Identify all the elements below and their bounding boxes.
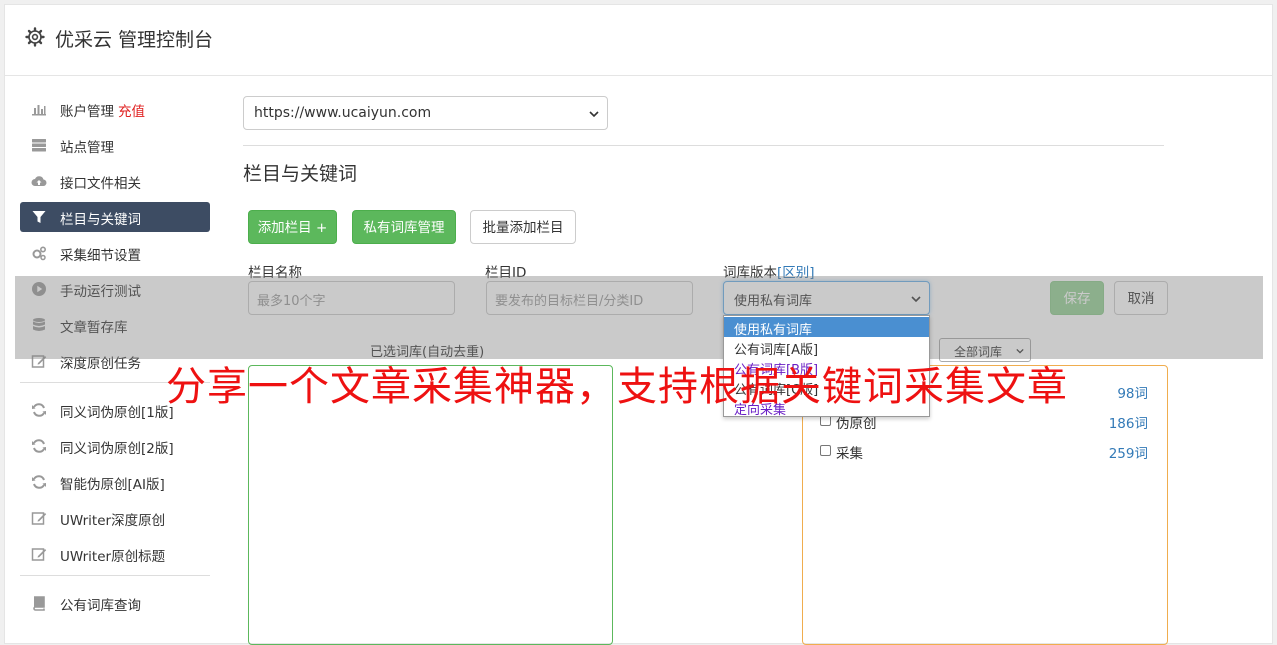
sidebar-item-uwriter-title[interactable]: UWriter原创标题 — [20, 539, 210, 569]
filter-icon — [32, 211, 46, 223]
banner-caption: 分享一个文章采集神器，支持根据关键词采集文章 — [166, 364, 1068, 410]
sidebar-item-label: 同义词伪原创[1版] — [60, 405, 174, 421]
sidebar-item-label: 接口文件相关 — [60, 176, 141, 192]
lib-checkbox[interactable] — [820, 445, 831, 456]
server-icon — [32, 139, 46, 152]
refresh-icon — [32, 439, 46, 453]
refresh-icon — [32, 403, 46, 417]
sidebar-item-public-lib[interactable]: 公有词库查询 — [20, 588, 210, 618]
gear-icon — [25, 27, 45, 47]
gray-overlay-band — [15, 276, 1263, 359]
lib-count: 259词 — [1108, 446, 1148, 462]
sidebar-item-label: 站点管理 — [60, 140, 114, 156]
sidebar-item-label: 智能伪原创[AI版] — [60, 477, 165, 493]
site-select-value: https://www.ucaiyun.com — [254, 105, 432, 121]
sidebar-item-label: 采集细节设置 — [60, 248, 141, 264]
private-lib-button[interactable]: 私有词库管理 — [352, 210, 456, 244]
sidebar-item-sites[interactable]: 站点管理 — [20, 130, 210, 160]
add-column-button[interactable]: 添加栏目 + — [248, 210, 337, 244]
sidebar-item-label: UWriter原创标题 — [60, 549, 166, 565]
recharge-link[interactable]: 充值 — [118, 104, 145, 120]
divider — [243, 145, 1164, 146]
lib-row[interactable]: 采集 259词 — [818, 441, 1150, 463]
sidebar-item-ai-rewrite[interactable]: 智能伪原创[AI版] — [20, 467, 210, 497]
sidebar-item-label: 公有词库查询 — [60, 598, 141, 614]
book-icon — [33, 596, 45, 611]
bar-chart-icon — [32, 105, 46, 116]
cloud-upload-icon — [31, 176, 47, 187]
chevron-down-icon — [589, 111, 599, 118]
site-select[interactable]: https://www.ucaiyun.com — [243, 96, 608, 130]
section-title: 栏目与关键词 — [243, 163, 358, 185]
sidebar-item-label: UWriter深度原创 — [60, 513, 166, 529]
sidebar-item-account[interactable]: 账户管理 充值 — [20, 94, 210, 124]
sidebar-item-label: 账户管理 — [60, 104, 114, 120]
sidebar-item-collect-settings[interactable]: 采集细节设置 — [20, 238, 210, 268]
lib-name: 采集 — [836, 446, 863, 462]
sidebar-item-synonym-2[interactable]: 同义词伪原创[2版] — [20, 431, 210, 461]
edit-icon — [31, 548, 47, 561]
sidebar-item-uwriter-deep[interactable]: UWriter深度原创 — [20, 503, 210, 533]
sidebar-item-label: 栏目与关键词 — [60, 212, 141, 228]
lib-count: 98词 — [1117, 386, 1148, 402]
sidebar-item-interface[interactable]: 接口文件相关 — [20, 166, 210, 196]
app-title: 优采云 管理控制台 — [55, 29, 214, 51]
header: 优采云 管理控制台 — [5, 5, 1272, 76]
sidebar-divider — [20, 575, 210, 576]
version-option[interactable]: 使用私有词库 — [724, 317, 929, 338]
cogs-icon — [32, 246, 47, 261]
batch-add-button[interactable]: 批量添加栏目 — [470, 210, 576, 244]
lib-count: 186词 — [1108, 416, 1148, 432]
refresh-icon — [32, 475, 46, 489]
sidebar-item-columns[interactable]: 栏目与关键词 — [20, 202, 210, 232]
edit-icon — [31, 512, 47, 525]
sidebar-item-label: 同义词伪原创[2版] — [60, 441, 174, 457]
